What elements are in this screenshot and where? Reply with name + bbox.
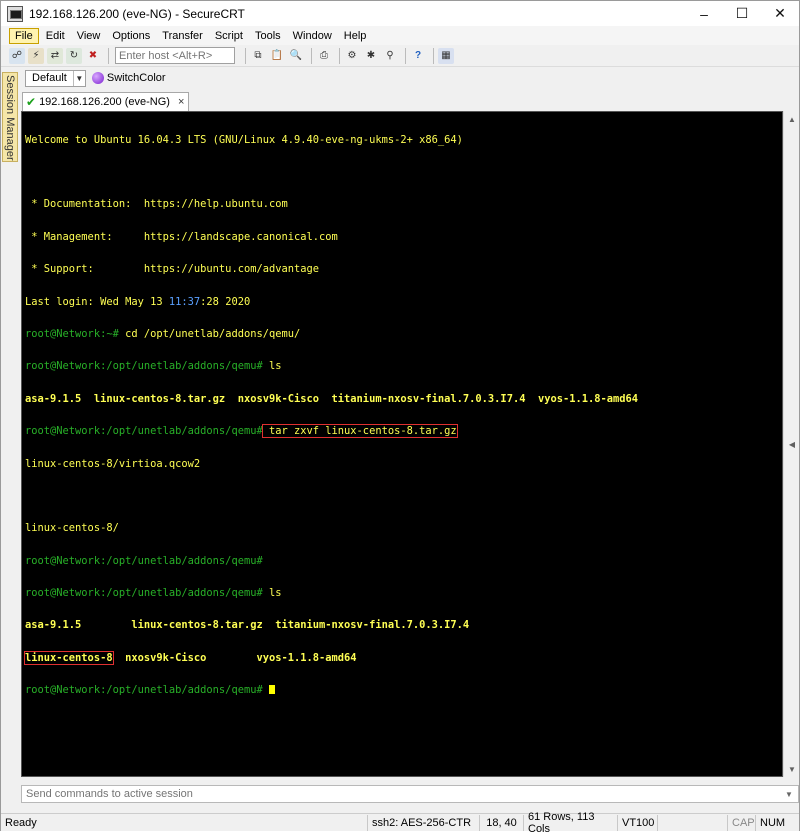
minimize-button[interactable]: – — [685, 1, 723, 26]
window-controls: – ☐ ✕ — [685, 1, 799, 26]
terminal-line: asa-9.1.5 linux-centos-8.tar.gz titanium… — [25, 619, 470, 632]
switchcolor-button[interactable]: SwitchColor — [91, 72, 166, 84]
connect-icon[interactable]: ☍ — [9, 47, 25, 64]
status-cipher: ssh2: AES-256-CTR — [367, 814, 479, 831]
menu-view[interactable]: View — [72, 29, 106, 43]
toolbar-separator — [108, 47, 109, 64]
print-icon[interactable]: ⎙ — [316, 48, 332, 64]
copy-icon[interactable]: ⧉ — [250, 48, 266, 64]
button-bar-select[interactable]: Default ▼ — [25, 69, 86, 87]
menu-tools[interactable]: Tools — [250, 29, 286, 43]
securecrt-app-icon — [7, 5, 23, 22]
menu-file[interactable]: File — [9, 27, 39, 44]
terminal-line: linux-centos-8/virtioa.qcow2 — [25, 457, 201, 470]
terminal-scrollbar[interactable]: ▲ ◀ ▼ — [783, 111, 799, 777]
global-options-icon[interactable]: ✱ — [363, 48, 379, 64]
terminal-line: root@Network:/opt/unetlab/addons/qemu# — [25, 685, 638, 696]
toolbar-separator — [405, 47, 406, 64]
session-tab[interactable]: ✔ 192.168.126.200 (eve-NG) × — [22, 92, 190, 111]
chevron-down-icon[interactable]: ▼ — [72, 70, 85, 86]
menu-help[interactable]: Help — [339, 29, 372, 43]
status-caps-lock: CAP — [727, 814, 755, 831]
status-num-lock: NUM — [755, 814, 785, 831]
button-bar: Default ▼ SwitchColor — [21, 67, 799, 89]
keymap-icon[interactable]: ⚲ — [382, 48, 398, 64]
menu-script[interactable]: Script — [210, 29, 248, 43]
terminal-line: root@Network:/opt/unetlab/addons/qemu# t… — [25, 424, 458, 439]
help-icon[interactable]: ? — [410, 48, 426, 64]
terminal-line: root@Network:/opt/unetlab/addons/qemu# l… — [25, 360, 282, 373]
sftp-icon[interactable]: ▦ — [438, 47, 454, 64]
scroll-up-icon[interactable]: ▲ — [784, 111, 800, 127]
reconnect-icon[interactable]: ↻ — [66, 47, 82, 64]
find-icon[interactable]: 🔍 — [288, 48, 304, 64]
toolbar-separator — [433, 47, 434, 64]
terminal-line: * Management: https://landscape.canonica… — [25, 230, 338, 243]
command-window[interactable]: ▼ — [21, 785, 799, 803]
terminal-output: Welcome to Ubuntu 16.04.3 LTS (GNU/Linux… — [24, 113, 639, 718]
toolbar-separator — [339, 47, 340, 64]
terminal-line: asa-9.1.5 linux-centos-8.tar.gz nxosv9k-… — [25, 392, 639, 405]
terminal-line: * Support: https://ubuntu.com/advantage — [25, 263, 320, 276]
send-commands-input[interactable] — [22, 788, 762, 800]
terminal-cursor — [268, 685, 275, 695]
switchcolor-label: SwitchColor — [106, 72, 166, 84]
terminal-line: root@Network:~# cd /opt/unetlab/addons/q… — [25, 327, 301, 340]
terminal-line: * Documentation: https://help.ubuntu.com — [25, 198, 288, 211]
toolbar-separator — [245, 47, 246, 64]
quick-connect-icon[interactable]: ⚡ — [28, 47, 44, 64]
session-tab-bar: ✔ 192.168.126.200 (eve-NG) × — [21, 91, 799, 111]
session-manager-tab[interactable]: Session Manager — [2, 72, 18, 162]
session-manager-label: Session Manager — [4, 75, 16, 161]
purple-circle-icon — [91, 72, 104, 84]
scroll-grip-icon[interactable]: ◀ — [784, 436, 800, 452]
terminal-line: linux-centos-8 nxosv9k-Cisco vyos-1.1.8-… — [24, 650, 357, 665]
status-bar: Ready ssh2: AES-256-CTR 18, 40 61 Rows, … — [1, 811, 799, 835]
window-title: 192.168.126.200 (eve-NG) - SecureCRT — [29, 6, 245, 21]
disconnect-icon[interactable]: ✖ — [85, 48, 101, 64]
enter-host-input[interactable] — [115, 47, 235, 64]
scroll-down-icon[interactable]: ▼ — [784, 761, 800, 777]
menu-window[interactable]: Window — [288, 29, 337, 43]
close-button[interactable]: ✕ — [761, 1, 799, 26]
menu-bar: File Edit View Options Transfer Script T… — [1, 26, 799, 45]
terminal-line: linux-centos-8/ — [25, 522, 119, 535]
status-emulation: VT100 — [617, 814, 657, 831]
connected-check-icon: ✔ — [26, 95, 37, 109]
button-bar-select-value: Default — [32, 72, 67, 84]
connect-tab-icon[interactable]: ⇄ — [47, 47, 63, 64]
toolbar: ☍ ⚡ ⇄ ↻ ✖ ⧉ 📋 🔍 ⎙ ⚙ ✱ ⚲ ? ▦ — [1, 45, 799, 67]
session-options-icon[interactable]: ⚙ — [344, 48, 360, 64]
highlighted-tar-command: tar zxvf linux-centos-8.tar.gz — [261, 424, 458, 439]
status-terminal-size: 61 Rows, 113 Cols — [523, 811, 617, 835]
paste-icon[interactable]: 📋 — [269, 48, 285, 64]
highlighted-centos-dir: linux-centos-8 — [24, 650, 114, 665]
toolbar-separator — [311, 47, 312, 64]
menu-transfer[interactable]: Transfer — [157, 29, 208, 43]
terminal-line: Welcome to Ubuntu 16.04.3 LTS (GNU/Linux… — [25, 133, 463, 146]
maximize-button[interactable]: ☐ — [723, 1, 761, 26]
title-bar[interactable]: 192.168.126.200 (eve-NG) - SecureCRT – ☐… — [1, 1, 799, 26]
menu-edit[interactable]: Edit — [41, 29, 70, 43]
status-spacer — [657, 814, 727, 831]
status-ready: Ready — [5, 816, 37, 829]
menu-options[interactable]: Options — [107, 29, 155, 43]
terminal-line: root@Network:/opt/unetlab/addons/qemu# — [25, 554, 263, 567]
chevron-down-icon[interactable]: ▼ — [782, 787, 796, 801]
status-cursor-position: 18, 40 — [479, 814, 523, 831]
securecrt-window: 192.168.126.200 (eve-NG) - SecureCRT – ☐… — [0, 0, 800, 835]
session-tab-label: 192.168.126.200 (eve-NG) — [39, 96, 170, 108]
terminal-line: root@Network:/opt/unetlab/addons/qemu# l… — [25, 587, 282, 600]
tab-close-icon[interactable]: × — [178, 96, 184, 108]
terminal-area[interactable]: Welcome to Ubuntu 16.04.3 LTS (GNU/Linux… — [21, 111, 783, 777]
terminal-line: Last login: Wed May 13 11:37:28 2020 — [25, 295, 251, 308]
